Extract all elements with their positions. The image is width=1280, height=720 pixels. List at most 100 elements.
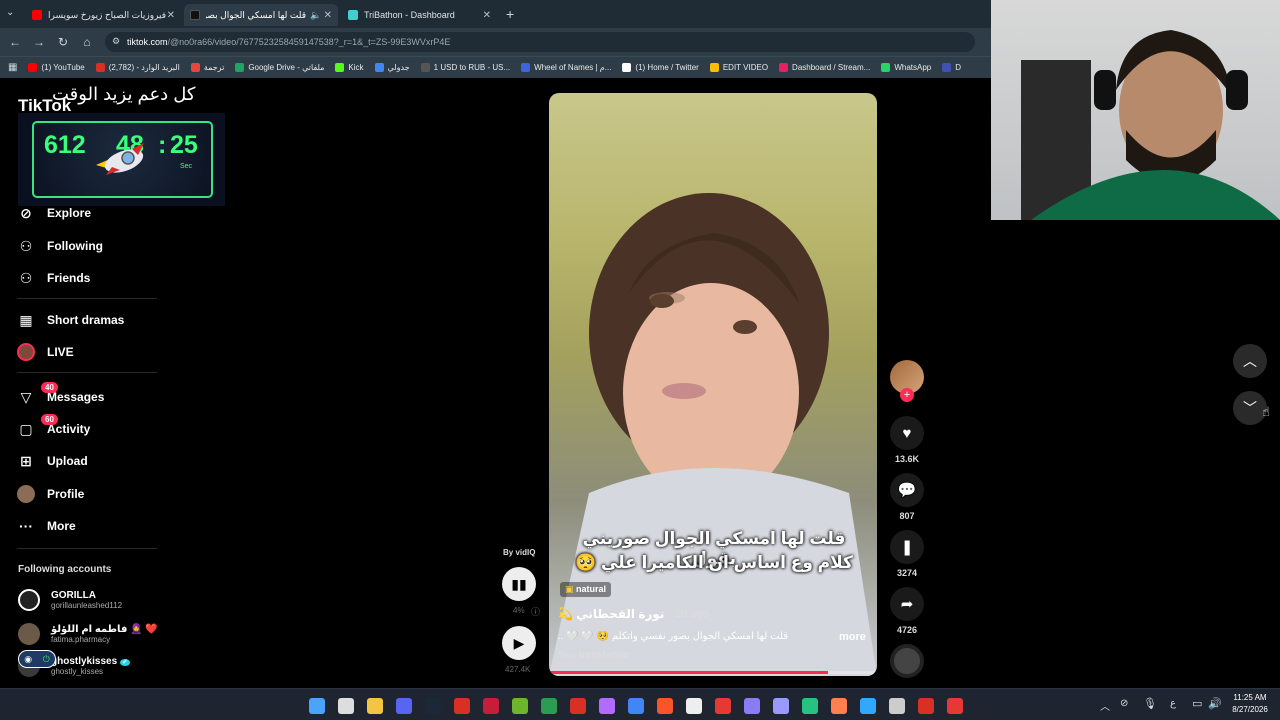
- save-action[interactable]: ❚ 3274: [890, 530, 924, 578]
- tab-tribathon[interactable]: TriBathon - Dashboard ✕: [342, 4, 497, 26]
- previous-video-button[interactable]: ︿: [1233, 344, 1267, 378]
- share-action[interactable]: ➦ 4726: [890, 587, 924, 635]
- app-icon[interactable]: [454, 698, 470, 714]
- account-fatima[interactable]: فاطمه ام اللؤلؤ 🧕 ❤️ fatima.pharmacy: [18, 623, 158, 645]
- chrome-icon[interactable]: [628, 698, 644, 714]
- bookmark-label: D: [955, 63, 961, 72]
- app-icon[interactable]: [512, 698, 528, 714]
- video-player[interactable]: قلت لها امسكي الجوال صوريني بقول كلام وع…: [549, 93, 877, 676]
- microphone-icon[interactable]: 🎙: [1143, 697, 1157, 710]
- app-icon[interactable]: [831, 698, 847, 714]
- vidiq-floating-icon[interactable]: ◉ ⏻: [18, 650, 56, 668]
- close-tab-icon[interactable]: ✕: [483, 10, 491, 21]
- play-button[interactable]: ▶: [502, 626, 536, 660]
- vidiq-stats-button[interactable]: ▮▮: [502, 567, 536, 601]
- windows-taskbar: ︿ ⊘ 🎙 ع ▭ 🔊 11:25 AM 8/27/2026: [0, 688, 1280, 720]
- close-tab-icon[interactable]: ✕: [324, 10, 332, 21]
- close-tab-icon[interactable]: ✕: [167, 10, 175, 21]
- bookmark-item[interactable]: Kick: [335, 63, 364, 72]
- forward-icon[interactable]: →: [27, 35, 51, 49]
- tab-title: قلت لها امسكي الجوال بصور: [206, 9, 306, 20]
- volume-icon[interactable]: 🔊: [1208, 697, 1222, 710]
- home-icon[interactable]: ⌂: [75, 35, 99, 49]
- xbox-icon[interactable]: [541, 698, 557, 714]
- bookmark-item[interactable]: (1) Home / Twitter: [622, 63, 699, 72]
- bookmark-item[interactable]: Wheel of Names | م...: [521, 63, 611, 72]
- network-off-icon[interactable]: ⊘: [1120, 698, 1128, 709]
- tray-chevron-icon[interactable]: ︿: [1100, 698, 1110, 713]
- sidebar-item-more[interactable]: ··· More: [17, 517, 76, 535]
- video-tag[interactable]: ▣ natural: [560, 582, 612, 597]
- display-icon[interactable]: ▭: [1192, 697, 1202, 710]
- steam-icon[interactable]: [425, 698, 441, 714]
- music-disc-icon[interactable]: [890, 644, 924, 678]
- see-translation-link[interactable]: See translation: [558, 650, 630, 661]
- bookmark-item[interactable]: ترجمة: [190, 63, 224, 72]
- video-progress-bar[interactable]: [549, 671, 877, 674]
- reload-icon[interactable]: ↻: [51, 35, 75, 49]
- follow-plus-icon[interactable]: +: [900, 388, 914, 402]
- author-name[interactable]: نورة القحطاني 💫: [558, 607, 664, 621]
- premiere-icon[interactable]: [773, 698, 789, 714]
- bookmark-item[interactable]: EDIT VIDEO: [709, 63, 768, 72]
- sidebar-item-activity[interactable]: ▢ Activity 60: [17, 414, 90, 438]
- windows-start-icon[interactable]: [309, 698, 325, 714]
- tab-youtube[interactable]: فيروزيات الصباح زيورخ سويسرا ✕: [26, 4, 181, 26]
- app-icon[interactable]: [715, 698, 731, 714]
- clock-time[interactable]: 11:25 AM: [1226, 693, 1274, 702]
- sidebar-item-live[interactable]: LIVE: [17, 343, 74, 361]
- info-icon[interactable]: ⓘ: [531, 605, 540, 618]
- back-icon[interactable]: ←: [3, 35, 27, 49]
- bookmark-label: Google Drive - ملفاتي: [248, 63, 325, 72]
- sidebar-item-short-dramas[interactable]: ▦ Short dramas: [17, 311, 124, 329]
- sidebar-item-messages[interactable]: ▽ Messages 40: [17, 382, 104, 406]
- apps-grid-icon[interactable]: ▦: [8, 62, 17, 73]
- clock-date[interactable]: 8/27/2026: [1226, 705, 1274, 714]
- sidebar-item-profile[interactable]: Profile: [17, 485, 84, 503]
- app-icon[interactable]: [947, 698, 963, 714]
- bookmark-item[interactable]: Google Drive - ملفاتي: [235, 63, 324, 72]
- comment-icon[interactable]: 💬: [890, 473, 924, 507]
- app-icon[interactable]: [686, 698, 702, 714]
- bookmark-item[interactable]: البريد الوارد - (2,782): [95, 63, 180, 72]
- photoshop-icon[interactable]: [860, 698, 876, 714]
- vidiq-percent: 4%: [513, 606, 525, 615]
- bookmark-icon[interactable]: ❚: [890, 530, 924, 564]
- bookmark-item[interactable]: 1 USD to RUB - US...: [420, 63, 510, 72]
- input-language[interactable]: ع: [1170, 698, 1176, 709]
- bookmark-label: Kick: [348, 63, 364, 72]
- site-info-icon[interactable]: ⚙: [112, 36, 120, 47]
- tab-list-chevron-icon[interactable]: ⌄: [6, 7, 14, 18]
- comment-action[interactable]: 💬 807: [890, 473, 924, 521]
- app-icon[interactable]: [570, 698, 586, 714]
- sidebar-item-friends[interactable]: ⚇ Friends: [17, 269, 91, 287]
- share-icon[interactable]: ➦: [890, 587, 924, 621]
- app-icon[interactable]: [599, 698, 615, 714]
- app-icon[interactable]: [483, 698, 499, 714]
- speaker-icon[interactable]: 🔈: [310, 10, 321, 21]
- app-icon[interactable]: [744, 698, 760, 714]
- bookmark-item[interactable]: (1) YouTube: [28, 63, 85, 72]
- heart-icon[interactable]: ♥: [890, 416, 924, 450]
- app-icon[interactable]: [802, 698, 818, 714]
- file-explorer-icon[interactable]: [367, 698, 383, 714]
- bookmark-favicon-icon: [420, 63, 430, 72]
- bookmark-item[interactable]: D: [942, 63, 961, 72]
- sidebar-item-following[interactable]: ⚇ Following: [17, 237, 103, 255]
- sidebar-item-explore[interactable]: ⊘ Explore: [17, 204, 91, 222]
- new-tab-button[interactable]: +: [506, 6, 514, 22]
- search-icon[interactable]: [338, 698, 354, 714]
- brave-icon[interactable]: [657, 698, 673, 714]
- like-action[interactable]: ♥ 13.6K: [890, 416, 924, 464]
- account-gorilla[interactable]: GORILLA gorillaunleashed112: [18, 589, 122, 611]
- tab-tiktok[interactable]: قلت لها امسكي الجوال بصور 🔈 ✕: [184, 4, 338, 26]
- sidebar-item-upload[interactable]: ⊞ Upload: [17, 452, 88, 470]
- address-bar[interactable]: ⚙ tiktok.com /@no0ra66/video/76775232584…: [105, 32, 975, 52]
- discord-icon[interactable]: [396, 698, 412, 714]
- more-link[interactable]: more: [839, 631, 866, 643]
- app-icon[interactable]: [918, 698, 934, 714]
- bookmark-item[interactable]: WhatsApp: [881, 63, 931, 72]
- bookmark-item[interactable]: جدولي: [374, 63, 410, 72]
- app-icon[interactable]: [889, 698, 905, 714]
- bookmark-item[interactable]: Dashboard / Stream...: [779, 63, 870, 72]
